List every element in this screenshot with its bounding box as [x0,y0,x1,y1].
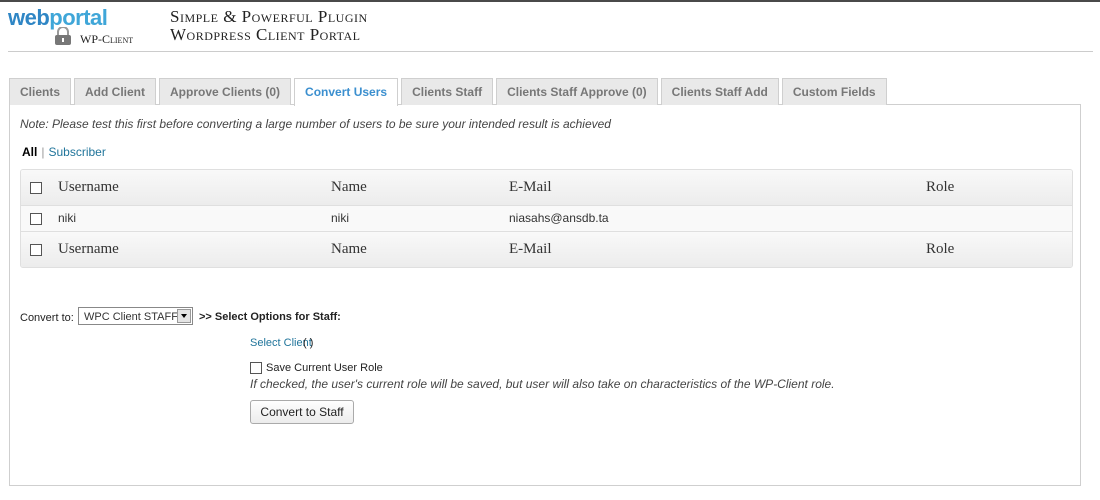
column-footer-email[interactable]: E-Mail [509,232,552,267]
tagline-line-1: Simple & Powerful Plugin [170,7,368,26]
select-all-checkbox-footer[interactable] [30,244,42,256]
selected-client-value: ( ) [303,337,314,349]
convert-to-staff-button[interactable]: Convert to Staff [250,400,354,424]
convert-role-select[interactable]: WPC Client STAFF [78,307,193,325]
row-checkbox[interactable] [30,213,42,225]
tagline-line-2: Wordpress Client Portal [170,25,361,44]
column-header-name[interactable]: Name [331,170,367,205]
logo-subtitle: WP-Client [80,32,134,46]
tab-clients-staff-approve[interactable]: Clients Staff Approve (0) [496,78,658,105]
tab-custom-fields[interactable]: Custom Fields [781,78,887,105]
save-current-role-label[interactable]: Save Current User Role [266,362,383,374]
conversion-note: Note: Please test this first before conv… [20,117,611,131]
save-current-role-checkbox[interactable] [250,362,262,374]
convert-to-label: Convert to: [20,312,74,324]
top-border-line [0,0,1100,2]
filter-all[interactable]: All [22,145,37,159]
convert-role-selected: WPC Client STAFF [84,311,178,323]
column-footer-role: Role [926,241,955,257]
cell-username: niki [58,211,77,225]
column-footer-name[interactable]: Name [331,232,367,267]
dropdown-arrow-icon[interactable] [177,309,191,323]
column-header-role: Role [926,179,955,195]
tab-clients-staff[interactable]: Clients Staff [401,78,494,105]
select-all-checkbox[interactable] [30,182,42,194]
cell-name: niki [331,211,350,225]
content-panel [9,104,1081,486]
table-footer-row: Username Name E-Mail Role [21,232,1072,267]
staff-options-heading: >> Select Options for Staff: [199,311,341,323]
column-header-email[interactable]: E-Mail [509,170,552,205]
header-tagline: Simple & Powerful Plugin Wordpress Clien… [170,8,368,44]
column-header-username[interactable]: Username [58,170,119,205]
table-header-row: Username Name E-Mail Role [21,170,1072,205]
tab-bar: Clients Add Client Approve Clients (0) C… [9,78,890,106]
padlock-icon [55,27,71,45]
tab-clients[interactable]: Clients [9,78,72,105]
save-current-role-hint: If checked, the user's current role will… [250,377,835,391]
tab-approve-clients[interactable]: Approve Clients (0) [159,78,292,105]
table-row: niki niki niasahs@ansdb.ta [21,205,1072,232]
webportal-logo: webportal WP-Client [8,5,143,47]
filter-separator: | [41,145,45,159]
filter-subscriber[interactable]: Subscriber [48,145,105,159]
tab-convert-users[interactable]: Convert Users [294,78,399,106]
role-filter-links: All | Subscriber [22,145,106,159]
users-table: Username Name E-Mail Role niki niki nias… [20,169,1073,268]
header-divider [8,51,1093,52]
tab-add-client[interactable]: Add Client [74,78,157,105]
cell-email: niasahs@ansdb.ta [509,211,609,225]
logo-word-web: web [8,5,50,30]
tab-clients-staff-add[interactable]: Clients Staff Add [660,78,779,105]
column-footer-username[interactable]: Username [58,232,119,267]
